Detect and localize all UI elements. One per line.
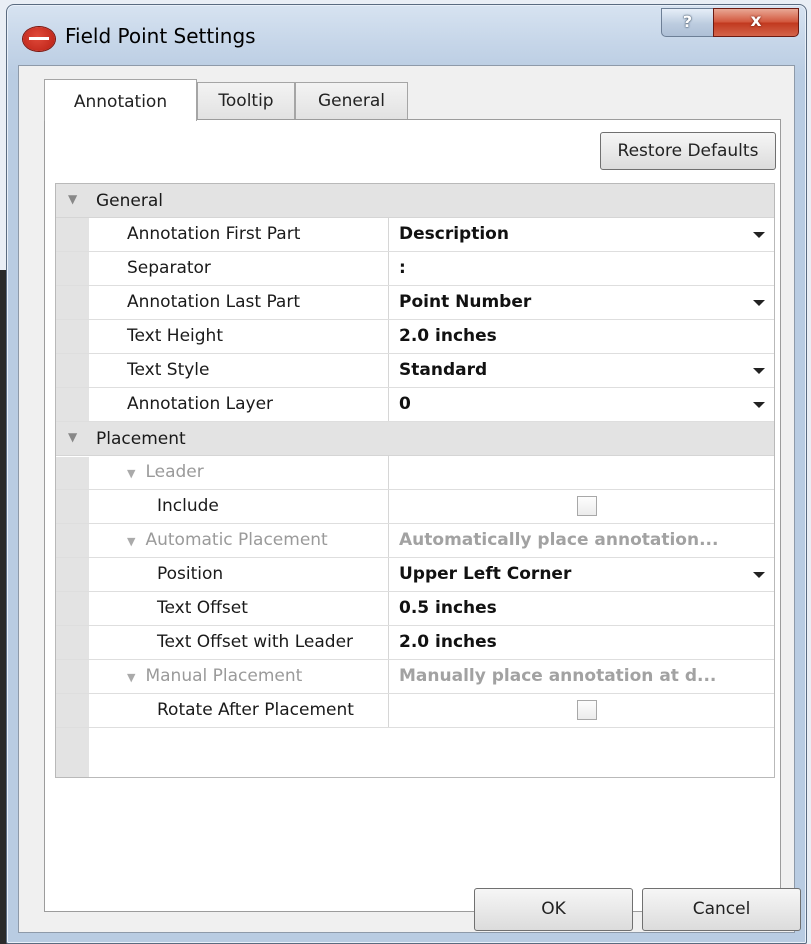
property-name: ▼ Manual Placement [91,660,389,693]
ok-button[interactable]: OK [474,888,633,931]
dialog-content: Annotation Tooltip General Restore Defau… [18,65,801,933]
property-row[interactable]: Separator : [56,252,774,286]
title-bar[interactable]: Field Point Settings ? x [7,5,806,65]
property-name: ▼ Automatic Placement [91,524,389,557]
restore-defaults-button[interactable]: Restore Defaults [600,132,776,170]
category-label: Placement [96,429,186,449]
help-button[interactable]: ? [661,8,714,37]
property-name: Position [91,558,389,591]
property-row[interactable]: Rotate After Placement [56,694,774,728]
property-name: Text Height [91,320,389,353]
property-value[interactable]: 0.5 inches [390,592,775,625]
property-value[interactable] [390,490,775,523]
property-value[interactable]: Point Number [390,286,775,319]
subcategory-label: Manual Placement [145,666,303,686]
property-name: Annotation Last Part [91,286,389,319]
subcategory-label: Leader [145,462,204,482]
property-grid: ▼ General Annotation First Part Descript… [55,183,775,778]
dropdown-arrow-icon[interactable] [753,232,765,238]
property-name: Include [91,490,389,523]
value-text: Description [399,224,509,244]
property-name: Annotation Layer [91,388,389,421]
app-logo-icon [23,27,55,51]
property-name: ▼ Leader [91,456,389,489]
property-row[interactable]: Text Style Standard [56,354,774,388]
value-text: Standard [399,360,488,380]
value-text: 0 [399,394,411,414]
tab-tooltip[interactable]: Tooltip [197,82,295,119]
property-value[interactable]: 2.0 inches [390,320,775,353]
collapse-caret-icon[interactable]: ▼ [68,192,77,206]
tab-annotation[interactable]: Annotation [44,79,197,121]
property-row[interactable]: Annotation Last Part Point Number [56,286,774,320]
property-value[interactable]: Description [390,218,775,251]
include-checkbox[interactable] [577,496,597,516]
category-placement[interactable]: ▼ Placement [56,422,774,456]
collapse-caret-icon[interactable]: ▼ [68,430,77,444]
property-value: Automatically place annotation... [399,530,719,550]
property-row[interactable]: Annotation First Part Description [56,218,774,252]
property-name: Separator [91,252,389,285]
value-text: Upper Left Corner [399,564,572,584]
property-row[interactable]: Text Offset with Leader 2.0 inches [56,626,774,660]
property-value[interactable]: Standard [390,354,775,387]
subcategory-manual-placement[interactable]: ▼ Manual Placement Manually place annotat… [56,660,774,694]
category-label: General [96,191,163,211]
window-title: Field Point Settings [65,24,256,48]
subcategory-automatic-placement[interactable]: ▼ Automatic Placement Automatically place… [56,524,774,558]
property-value[interactable] [390,694,775,727]
rotate-checkbox[interactable] [577,700,597,720]
dropdown-arrow-icon[interactable] [753,300,765,306]
subcategory-label: Automatic Placement [145,530,328,550]
property-name: Text Offset with Leader [91,626,389,659]
property-name: Annotation First Part [91,218,389,251]
dialog-window: Field Point Settings ? x Annotation Tool… [6,4,807,944]
property-value[interactable]: 2.0 inches [390,626,775,659]
tab-general[interactable]: General [295,82,408,119]
subcategory-leader[interactable]: ▼ Leader [56,456,774,490]
property-row[interactable]: Include [56,490,774,524]
property-name: Text Offset [91,592,389,625]
property-name: Text Style [91,354,389,387]
property-row[interactable]: Position Upper Left Corner [56,558,774,592]
property-value [390,456,775,489]
property-value: Manually place annotation at d... [399,666,717,686]
property-row[interactable]: Text Offset 0.5 inches [56,592,774,626]
dropdown-arrow-icon[interactable] [753,572,765,578]
dropdown-arrow-icon[interactable] [753,402,765,408]
collapse-caret-icon[interactable]: ▼ [127,467,135,480]
annotation-panel: Restore Defaults ▼ General Annotation Fi… [44,119,781,912]
property-value[interactable]: Upper Left Corner [390,558,775,591]
property-value[interactable]: : [390,252,775,285]
property-value[interactable]: 0 [390,388,775,421]
close-button[interactable]: x [713,8,799,37]
value-text: Point Number [399,292,532,312]
property-row[interactable]: Text Height 2.0 inches [56,320,774,354]
collapse-caret-icon[interactable]: ▼ [127,535,135,548]
dropdown-arrow-icon[interactable] [753,368,765,374]
property-row[interactable]: Annotation Layer 0 [56,388,774,422]
property-name: Rotate After Placement [91,694,389,727]
category-general[interactable]: ▼ General [56,184,774,218]
cancel-button[interactable]: Cancel [642,888,801,931]
collapse-caret-icon[interactable]: ▼ [127,671,135,684]
